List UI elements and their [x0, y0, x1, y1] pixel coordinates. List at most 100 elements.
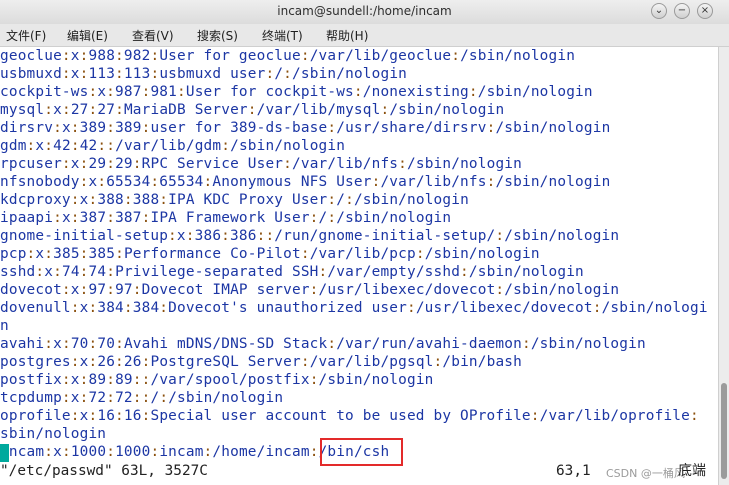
field-separator: :: [97, 174, 107, 190]
terminal-line: n: [0, 317, 9, 335]
field-separator: :: [159, 300, 169, 316]
passwd-field: /: [336, 192, 346, 208]
terminal-line: dovecot:x:97:97:Dovecot IMAP server:/usr…: [0, 281, 619, 299]
passwd-field: usbmuxd user: [159, 66, 266, 82]
restore-button[interactable]: −: [674, 3, 690, 19]
passwd-field: /var/lib/pcp: [309, 246, 416, 262]
window-title: incam@sundell:/home/incam: [277, 4, 452, 18]
terminal-line: dirsrv:x:389:389:user for 389-ds-base:/u…: [0, 119, 610, 137]
passwd-field: 74: [88, 264, 107, 280]
field-separator: :: [70, 120, 80, 136]
passwd-field: 384: [97, 300, 124, 316]
passwd-field: x: [61, 210, 71, 226]
menu-search[interactable]: 搜索(S): [197, 27, 238, 44]
cursor-position: 63,1: [556, 463, 591, 479]
passwd-field: /nonexisting: [362, 84, 469, 100]
menu-file[interactable]: 文件(F): [6, 27, 46, 44]
field-separator: :: [61, 390, 71, 406]
terminal-line: avahi:x:70:70:Avahi mDNS/DNS-SD Stack:/v…: [0, 335, 646, 353]
vertical-scrollbar[interactable]: [718, 47, 729, 485]
field-separator: :: [460, 264, 469, 280]
field-separator: :: [132, 282, 142, 298]
terminal-line: mysql:x:27:27:MariaDB Server:/var/lib/my…: [0, 101, 504, 119]
passwd-field: /sbin/nologin: [504, 282, 620, 298]
field-separator: :: [70, 138, 80, 154]
passwd-field: postfix: [0, 372, 62, 388]
passwd-field: 65534: [159, 174, 204, 190]
field-separator: :: [495, 228, 505, 244]
field-separator: :: [53, 210, 62, 226]
field-separator: :: [327, 120, 337, 136]
field-separator: :: [592, 300, 602, 316]
passwd-field: IPA Framework User: [150, 210, 310, 226]
field-separator: :: [309, 372, 319, 388]
passwd-field: x: [88, 174, 98, 190]
passwd-field: sshd: [0, 264, 36, 280]
passwd-field: 27: [97, 102, 116, 118]
field-separator: :: [132, 156, 142, 172]
field-separator: :: [79, 48, 89, 64]
passwd-field: usbmuxd: [0, 66, 62, 82]
passwd-field: /usr/libexec/dovecot: [318, 282, 496, 298]
minimize-button[interactable]: ⌄: [651, 3, 667, 19]
field-separator: :: [150, 174, 160, 190]
passwd-field: dirsrv: [0, 120, 54, 136]
passwd-field: /sbin/nologin: [504, 228, 620, 244]
passwd-field: 89: [115, 372, 133, 388]
passwd-field: x: [70, 390, 80, 406]
menu-edit[interactable]: 编辑(E): [67, 27, 108, 44]
terminal-line: oprofile:x:16:16:Special user account to…: [0, 407, 699, 425]
terminal-line: sshd:x:74:74:Privilege-separated SSH:/va…: [0, 263, 584, 281]
passwd-field: x: [61, 120, 71, 136]
field-separator: :: [159, 390, 169, 406]
passwd-field: /sbin/nologin: [495, 174, 611, 190]
field-separator: :: [123, 300, 133, 316]
menu-help[interactable]: 帮助(H): [326, 27, 368, 44]
passwd-field: 982: [123, 48, 151, 64]
passwd-field: /var/lib/geoclue: [309, 48, 452, 64]
field-separator: :: [61, 444, 71, 460]
field-separator: :: [106, 390, 116, 406]
passwd-field: 387: [79, 210, 107, 226]
passwd-field: MariaDB Server: [123, 102, 248, 118]
menu-view[interactable]: 查看(V): [132, 27, 174, 44]
passwd-field: /sbin/nologi: [601, 300, 708, 316]
field-separator: :: [283, 66, 293, 82]
passwd-field: 1000: [115, 444, 151, 460]
close-button[interactable]: ×: [697, 3, 713, 19]
menu-terminal[interactable]: 终端(T): [262, 27, 303, 44]
passwd-field: 29: [115, 156, 133, 172]
scrollbar-thumb[interactable]: [721, 383, 727, 479]
passwd-field: 70: [97, 336, 116, 352]
text-cursor: [0, 444, 9, 462]
passwd-field: 384: [132, 300, 160, 316]
passwd-field: rpcuser: [0, 156, 62, 172]
passwd-field: /sbin/nologin: [389, 102, 505, 118]
terminal-line: pcp:x:385:385:Performance Co-Pilot:/var/…: [0, 245, 540, 263]
terminal-line: cockpit-ws:x:987:981:User for cockpit-ws…: [0, 83, 593, 101]
title-bar[interactable]: incam@sundell:/home/incam ⌄ − ×: [0, 0, 729, 25]
passwd-field: 16: [97, 408, 116, 424]
passwd-field: 387: [115, 210, 142, 226]
passwd-field: /sbin/nologin: [495, 120, 611, 136]
passwd-field: x: [70, 372, 80, 388]
passwd-field: /var/spool/postfix: [150, 372, 310, 388]
field-separator: :: [521, 336, 531, 352]
field-separator: :: [61, 156, 71, 172]
field-separator: :: [115, 66, 124, 82]
field-separator: :: [327, 336, 337, 352]
passwd-field: /sbin/nologin: [336, 210, 452, 226]
passwd-field: /sbin/nologin: [230, 138, 346, 154]
field-separator: :: [106, 372, 116, 388]
field-separator: :: [115, 246, 124, 262]
passwd-field: dovecot: [0, 282, 62, 298]
passwd-field: 113: [123, 66, 151, 82]
field-separator: :: [44, 246, 54, 262]
passwd-field: pcp: [0, 246, 27, 262]
passwd-field: 72: [88, 390, 107, 406]
field-separator: :: [88, 354, 98, 370]
passwd-field: /run/gnome-initial-setup/: [274, 228, 496, 244]
terminal-line: sbin/nologin: [0, 425, 106, 443]
terminal-content[interactable]: geoclue:x:988:982:User for geoclue:/var/…: [0, 47, 718, 485]
passwd-field: 72: [115, 390, 133, 406]
